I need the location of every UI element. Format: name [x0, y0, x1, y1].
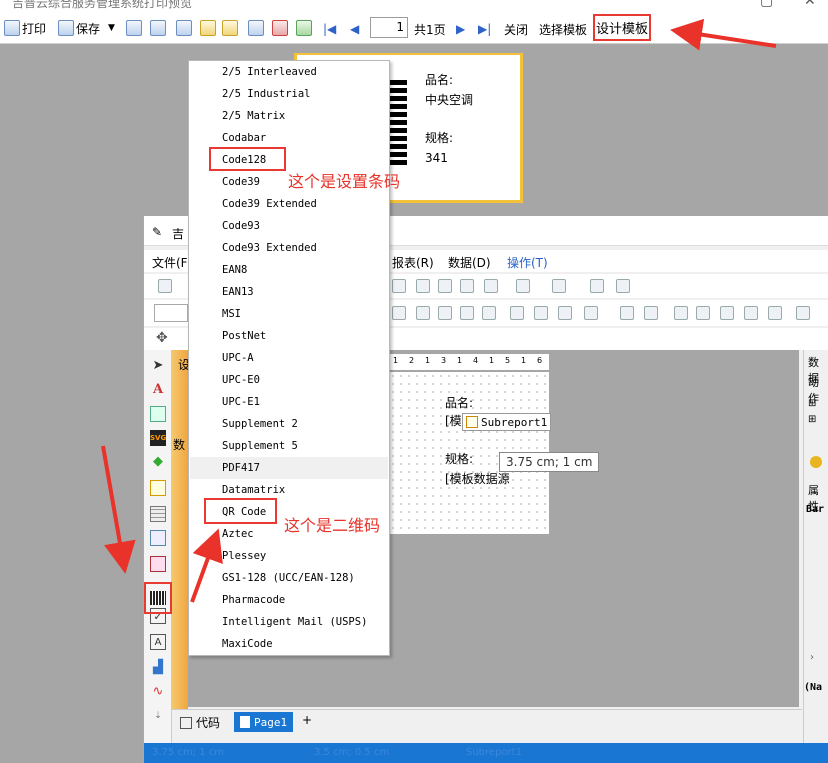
arrow-to-design-button: [670, 18, 777, 51]
arrow-to-barcode-tool: [101, 445, 136, 574]
annotation-arrows: [101, 18, 777, 603]
arrow-to-qrcode: [190, 528, 223, 603]
